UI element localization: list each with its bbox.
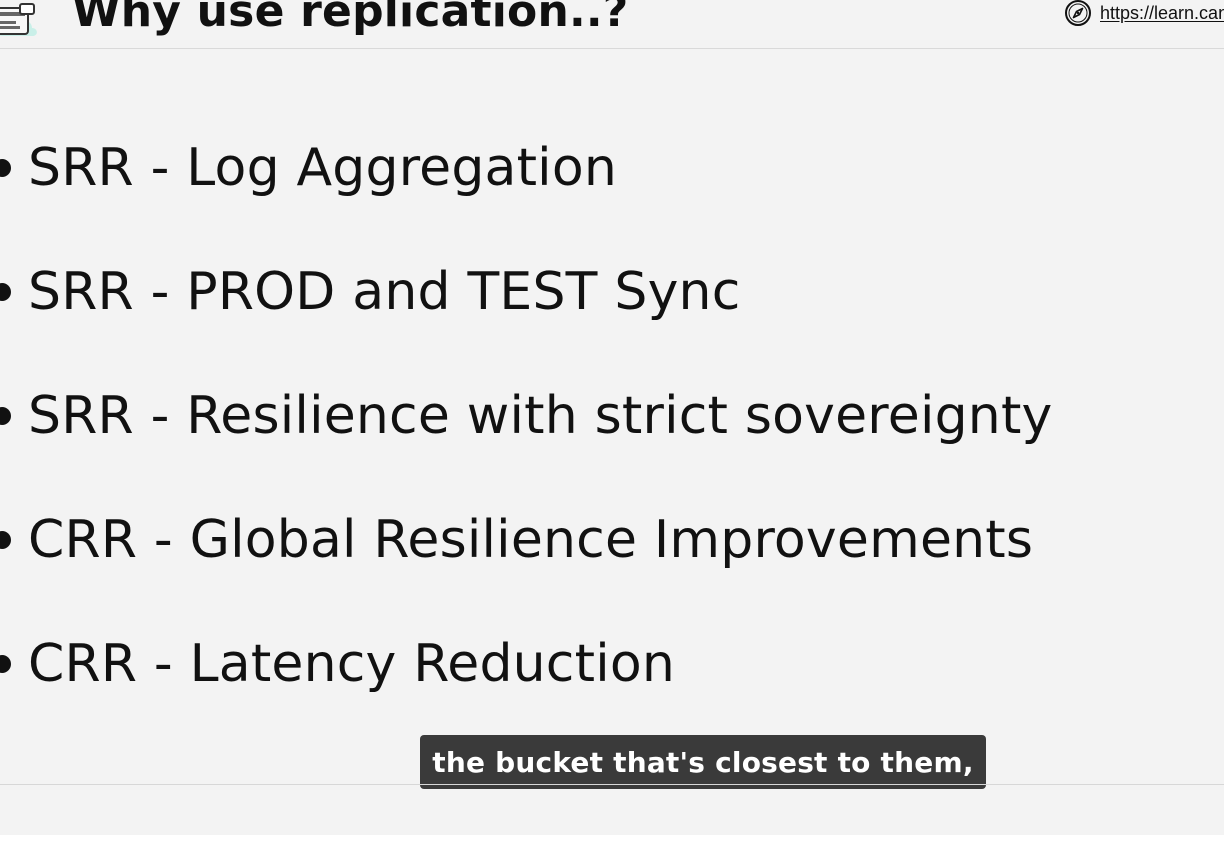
- caption-subtitle: the bucket that's closest to them,: [420, 735, 986, 789]
- bullet-item: SRR - PROD and TEST Sync: [0, 264, 1200, 334]
- bullet-text: SRR - PROD and TEST Sync: [28, 262, 741, 322]
- bullet-dot: [0, 283, 11, 301]
- bottom-band: [0, 835, 1224, 848]
- bullet-item: SRR - Resilience with strict sovereignty: [0, 388, 1200, 458]
- bullet-dot: [0, 407, 11, 425]
- bullet-dot: [0, 531, 11, 549]
- bullet-text: CRR - Latency Reduction: [28, 634, 676, 694]
- footer-divider: [0, 784, 1224, 785]
- source-link[interactable]: https://learn.can: [1064, 0, 1224, 26]
- bullet-item: SRR - Log Aggregation: [0, 140, 1200, 210]
- bullet-item: CRR - Global Resilience Improvements: [0, 512, 1200, 582]
- bullet-dot: [0, 655, 11, 673]
- bullet-dot: [0, 159, 11, 177]
- compass-icon: [1064, 0, 1092, 27]
- header-bar: Why use replication..? https://learn.can: [0, 0, 1224, 49]
- bullet-text: CRR - Global Resilience Improvements: [28, 510, 1034, 570]
- source-link-text[interactable]: https://learn.can: [1100, 3, 1224, 24]
- logo-icon: [0, 0, 42, 42]
- bullet-text: SRR - Log Aggregation: [28, 138, 617, 198]
- page-title: Why use replication..?: [72, 0, 629, 37]
- bullet-text: SRR - Resilience with strict sovereignty: [28, 386, 1053, 446]
- bullet-item: CRR - Latency Reduction: [0, 636, 1200, 706]
